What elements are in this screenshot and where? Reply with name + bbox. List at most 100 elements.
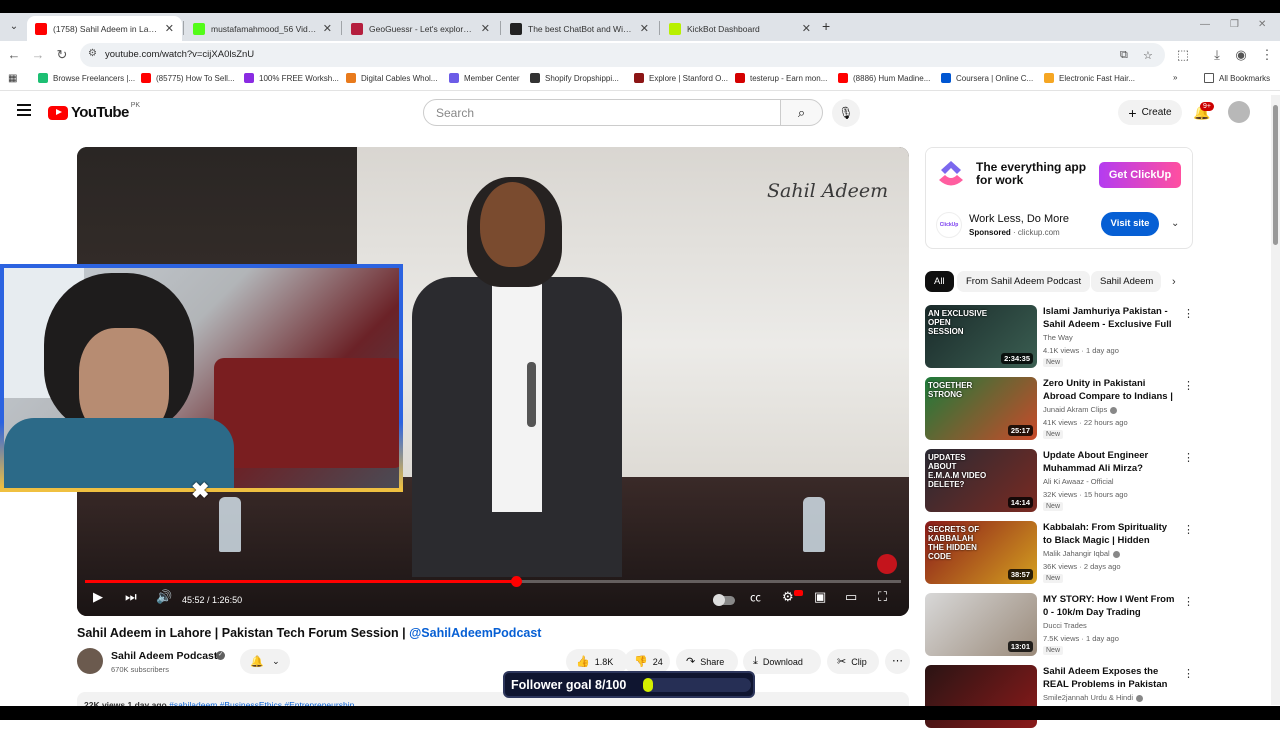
minimize-icon[interactable]: — xyxy=(1200,19,1210,30)
browser-tab[interactable]: GeoGuessr - Let's explore the w ✕ xyxy=(343,16,498,41)
search-icon[interactable]: ⌕ xyxy=(780,99,823,126)
ad-banner[interactable]: The everything app for work Get ClickUp xyxy=(926,148,1192,201)
address-bar[interactable]: ⚙ youtube.com/watch?v=cijXA0lsZnU ⧉ ☆ xyxy=(80,43,1165,67)
maximize-icon[interactable]: ❐ xyxy=(1230,19,1239,30)
new-tab-icon[interactable]: + xyxy=(822,18,830,34)
play-icon[interactable]: ▶ xyxy=(93,589,103,605)
tab-close-icon[interactable]: ✕ xyxy=(640,22,649,35)
video-title[interactable]: Update About Engineer Muhammad Ali Mirza… xyxy=(1043,449,1175,475)
browser-tab[interactable]: (1758) Sahil Adeem in Lahore | ✕ xyxy=(27,16,182,41)
tab-close-icon[interactable]: ✕ xyxy=(481,22,490,35)
video-thumbnail[interactable]: UPDATES ABOUT E.M.A.M VIDEO DELETE? 14:14 xyxy=(925,449,1037,512)
profile-icon[interactable]: ◉ xyxy=(1233,47,1249,63)
microphone-icon[interactable]: 🎙 xyxy=(832,99,860,127)
channel-tag-link[interactable]: @SahilAdeemPodcast xyxy=(409,626,541,640)
apps-icon[interactable]: ▦ xyxy=(8,73,17,84)
video-title[interactable]: Islami Jamhuriya Pakistan - Sahil Adeem … xyxy=(1043,305,1175,331)
video-channel[interactable]: The Way xyxy=(1043,333,1073,342)
back-icon[interactable]: ← xyxy=(6,47,22,62)
site-info-icon[interactable]: ⚙ xyxy=(88,48,97,59)
search-box[interactable] xyxy=(423,99,781,126)
settings-gear-icon[interactable]: ⚙ xyxy=(782,589,794,605)
create-button[interactable]: + Create xyxy=(1118,100,1182,125)
channel-avatar[interactable] xyxy=(77,648,103,674)
download-button[interactable]: ⤓ Download xyxy=(743,649,821,674)
recommended-video[interactable]: UPDATES ABOUT E.M.A.M VIDEO DELETE? 14:14… xyxy=(925,449,1194,515)
bookmarks-overflow-icon[interactable]: » xyxy=(1173,73,1177,82)
browser-tab[interactable]: mustafamahmood_56 Videos - ✕ xyxy=(185,16,340,41)
miniplayer-icon[interactable]: ▣ xyxy=(814,589,826,605)
more-options-icon[interactable]: ⋮ xyxy=(1183,451,1194,464)
bookmark-item[interactable]: Shopify Dropshippi... xyxy=(530,73,619,83)
bookmark-item[interactable]: testerup - Earn mon... xyxy=(735,73,827,83)
video-channel[interactable]: Ali Ki Awaaz - Official xyxy=(1043,477,1114,486)
video-channel[interactable]: Smile2jannah Urdu & Hindi xyxy=(1043,693,1144,702)
autoplay-toggle[interactable] xyxy=(713,594,735,606)
recommended-video[interactable]: SECRETS OF KABBALAH THE HIDDEN CODE 38:57… xyxy=(925,521,1194,587)
theater-mode-icon[interactable]: ▭ xyxy=(845,589,857,605)
reload-icon[interactable]: ↻ xyxy=(54,47,70,63)
captions-icon[interactable]: ㏄ xyxy=(750,589,761,605)
bookmark-star-icon[interactable]: ☆ xyxy=(1143,49,1153,62)
bookmark-item[interactable]: Explore | Stanford O... xyxy=(634,73,728,83)
browser-menu-icon[interactable]: ⋮ xyxy=(1259,47,1275,63)
ad-cta-button[interactable]: Get ClickUp xyxy=(1099,162,1181,188)
video-thumbnail[interactable]: SECRETS OF KABBALAH THE HIDDEN CODE 38:57 xyxy=(925,521,1037,584)
chevron-right-icon[interactable]: › xyxy=(1172,276,1176,288)
account-avatar[interactable] xyxy=(1228,101,1250,123)
filter-chip[interactable]: Sahil Adeem xyxy=(1091,271,1161,292)
video-title[interactable]: MY STORY: How I Went From 0 - 10k/m Day … xyxy=(1043,593,1175,619)
channel-name[interactable]: Sahil Adeem Podcast xyxy=(111,650,217,662)
progress-scrubber[interactable] xyxy=(510,576,522,587)
ad-title[interactable]: Work Less, Do More xyxy=(969,213,1069,225)
bookmark-item[interactable]: (85775) How To Sell... xyxy=(141,73,235,83)
bookmark-item[interactable]: Digital Cables Whol... xyxy=(346,73,437,83)
youtube-logo[interactable]: YouTube PK xyxy=(48,102,140,121)
tab-close-icon[interactable]: ✕ xyxy=(165,22,174,35)
tab-close-icon[interactable]: ✕ xyxy=(802,22,811,35)
subscribed-notification-button[interactable]: 🔔 ⌄ xyxy=(240,649,290,674)
sponsored-ad[interactable]: The everything app for work Get ClickUp … xyxy=(925,147,1193,249)
video-title[interactable]: Sahil Adeem Exposes the REAL Problems in… xyxy=(1043,665,1175,691)
bookmark-item[interactable]: 100% FREE Worksh... xyxy=(244,73,339,83)
all-bookmarks[interactable]: All Bookmarks xyxy=(1204,73,1270,83)
scrollbar-thumb[interactable] xyxy=(1273,105,1278,245)
bookmark-item[interactable]: Browse Freelancers |... xyxy=(38,73,135,83)
recommended-video[interactable]: AN EXCLUSIVE OPEN SESSION 2:34:35 Islami J… xyxy=(925,305,1194,371)
more-actions-icon[interactable]: ⋯ xyxy=(885,649,910,674)
recommended-video[interactable]: 13:01 MY STORY: How I Went From 0 - 10k/m… xyxy=(925,593,1194,659)
browser-tab[interactable]: The best ChatBot and Widgets ✕ xyxy=(502,16,657,41)
extensions-icon[interactable]: ⬚ xyxy=(1175,47,1191,63)
filter-chip[interactable]: All xyxy=(925,271,954,292)
fullscreen-icon[interactable]: ⛶ xyxy=(878,589,887,605)
video-channel[interactable]: Malik Jahangir Iqbal xyxy=(1043,549,1120,558)
video-thumbnail[interactable]: TOGETHER STRONG 25:17 xyxy=(925,377,1037,440)
video-thumbnail[interactable]: AN EXCLUSIVE OPEN SESSION 2:34:35 xyxy=(925,305,1037,368)
recommended-video[interactable]: TOGETHER STRONG 25:17 Zero Unity in Pakist… xyxy=(925,377,1194,443)
video-title[interactable]: Zero Unity in Pakistani Abroad Compare t… xyxy=(1043,377,1175,403)
more-options-icon[interactable]: ⋮ xyxy=(1183,307,1194,320)
close-icon[interactable]: ✖ xyxy=(191,478,209,504)
bookmark-item[interactable]: Electronic Fast Hair... xyxy=(1044,73,1135,83)
volume-icon[interactable]: 🔊 xyxy=(156,589,172,605)
cast-icon[interactable]: ⧉ xyxy=(1120,49,1128,62)
tab-close-icon[interactable]: ✕ xyxy=(323,22,332,35)
download-icon[interactable]: ⤓ xyxy=(1209,47,1225,63)
progress-bar[interactable] xyxy=(85,576,901,587)
tab-search-icon[interactable]: ⌄ xyxy=(6,19,22,35)
chevron-down-icon[interactable]: ⌄ xyxy=(1171,218,1179,229)
next-icon[interactable]: ⏭ xyxy=(125,589,137,605)
video-title[interactable]: Kabbalah: From Spirituality to Black Mag… xyxy=(1043,521,1175,547)
bookmark-item[interactable]: (8886) Hum Madine... xyxy=(838,73,930,83)
guide-menu-icon[interactable] xyxy=(17,104,31,116)
window-close-icon[interactable]: ✕ xyxy=(1258,19,1266,30)
video-channel[interactable]: Junaid Akram Clips xyxy=(1043,405,1118,414)
visit-site-button[interactable]: Visit site xyxy=(1101,212,1159,236)
bookmark-item[interactable]: Member Center xyxy=(449,73,520,83)
search-input[interactable] xyxy=(436,106,736,120)
forward-icon[interactable]: → xyxy=(30,47,46,62)
more-options-icon[interactable]: ⋮ xyxy=(1183,523,1194,536)
video-thumbnail[interactable]: 13:01 xyxy=(925,593,1037,656)
clip-button[interactable]: ✂ Clip xyxy=(827,649,879,674)
more-options-icon[interactable]: ⋮ xyxy=(1183,667,1194,680)
